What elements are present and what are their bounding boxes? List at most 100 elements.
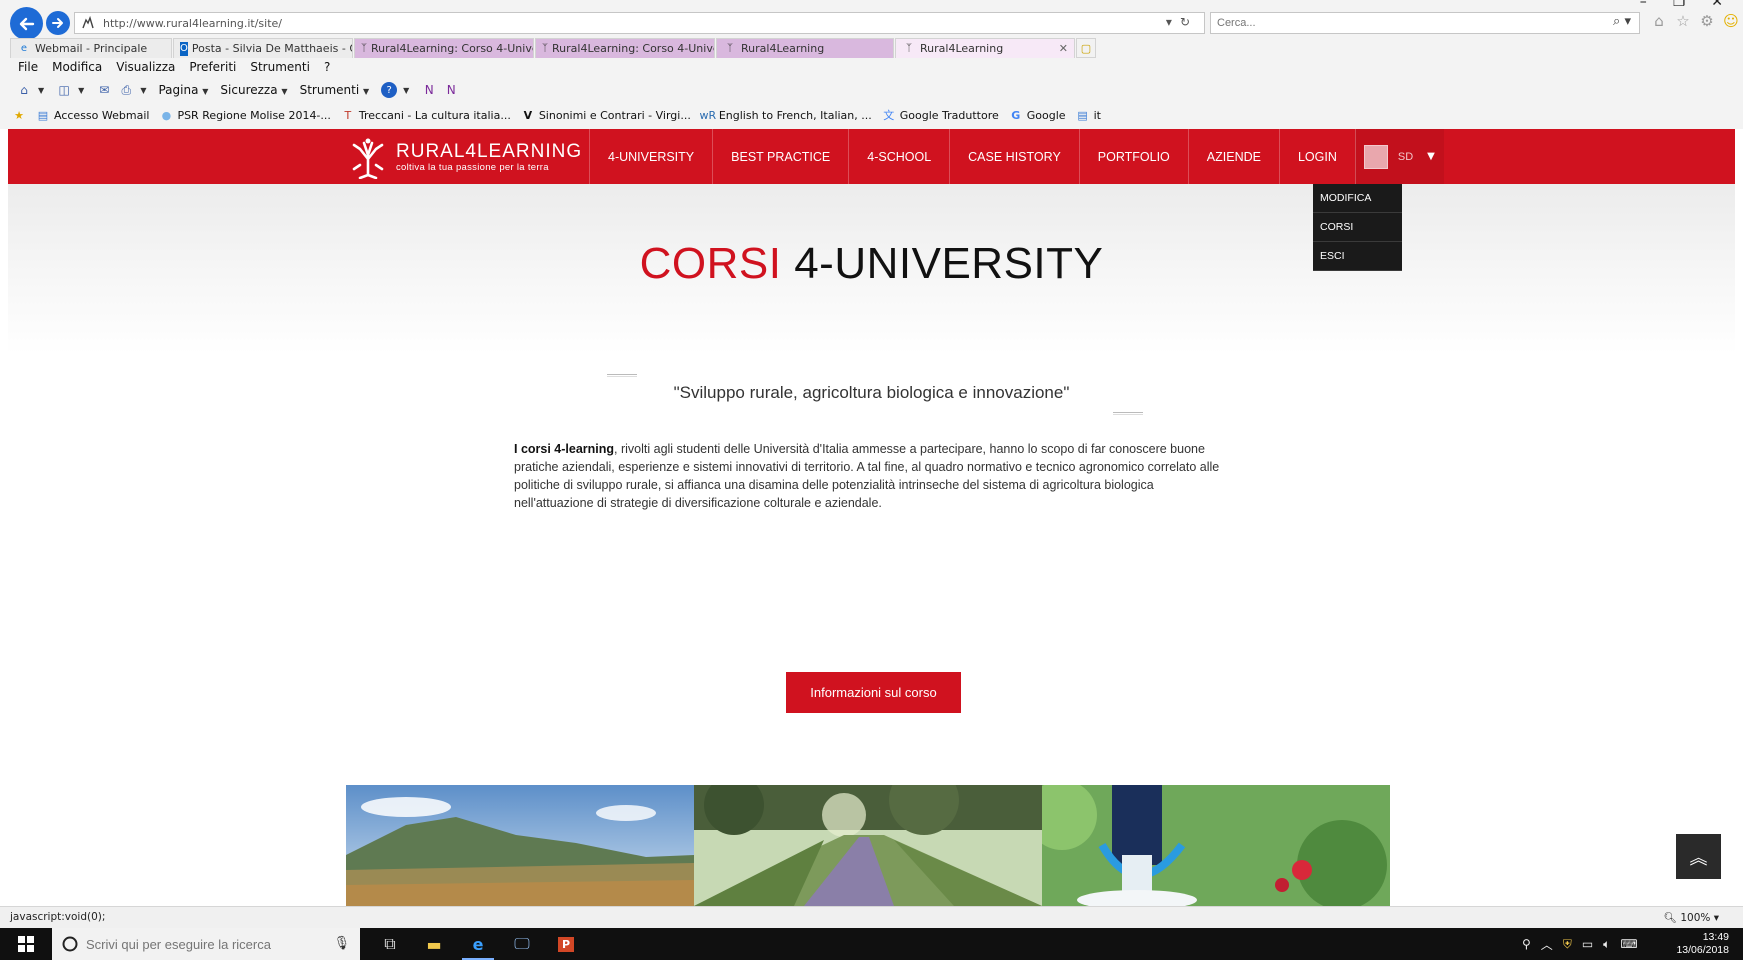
menu-bar: File Modifica Visualizza Preferiti Strum…	[18, 60, 330, 76]
onenote-linked-icon[interactable]: N	[443, 82, 459, 98]
mail-icon[interactable]: ✉	[96, 82, 112, 98]
browser-search-input[interactable]	[1217, 17, 1597, 29]
remote-desktop-button[interactable]: 🖵︎	[500, 928, 544, 960]
intro-text: , rivolti agli studenti delle Università…	[514, 442, 1220, 510]
powerpoint-button[interactable]: P	[544, 928, 588, 960]
address-bar[interactable]: http://www.rural4learning.it/site/ ▾↻	[74, 12, 1205, 34]
logo-title: RURAL4LEARNING	[396, 140, 583, 162]
refresh-icon[interactable]: ↻	[1180, 15, 1198, 29]
site-logo[interactable]: RURAL4LEARNING coltiva la tua passione p…	[346, 135, 582, 179]
nav-4-school[interactable]: 4-SCHOOL	[848, 129, 949, 184]
print-icon[interactable]: ⎙	[118, 82, 134, 98]
cmd-sicurezza[interactable]: Sicurezza ▼	[220, 83, 293, 97]
favorites-star-icon[interactable]: ★	[12, 108, 26, 122]
course-info-button[interactable]: Informazioni sul corso	[786, 672, 961, 713]
cmd-pagina[interactable]: Pagina ▼	[158, 83, 214, 97]
search-icon[interactable]: ⌕ ▾	[1613, 14, 1631, 29]
nav-4-university[interactable]: 4-UNIVERSITY	[589, 129, 712, 184]
home-icon[interactable]: ⌂	[1650, 12, 1668, 30]
chevron-down-icon[interactable]: ▼	[78, 86, 84, 95]
cmd-strumenti[interactable]: Strumenti ▼	[300, 83, 376, 97]
avatar	[1363, 144, 1388, 169]
tab-rural4learning-1[interactable]: ᛉ Rural4Learning	[716, 38, 894, 58]
shield-icon[interactable]: ⛨	[1563, 937, 1572, 952]
close-tab-icon[interactable]: ✕	[1049, 42, 1068, 55]
dropdown-item-corsi[interactable]: CORSI	[1313, 213, 1402, 242]
fav-sinonimi[interactable]: V Sinonimi e Contrari - Virgi...	[521, 108, 691, 122]
gear-icon[interactable]: ⚙	[1698, 12, 1716, 30]
keyboard-icon[interactable]: ⌨	[1620, 937, 1637, 951]
rss-feed-icon[interactable]: ◫	[56, 82, 72, 98]
scroll-to-top-button[interactable]: ︽	[1676, 834, 1721, 879]
zoom-control[interactable]: 🔍︎ 100% ▾	[1664, 911, 1719, 924]
user-initials: SD	[1397, 150, 1414, 163]
fav-wordreference[interactable]: wR English to French, Italian, ...	[700, 108, 872, 122]
new-tab-button[interactable]: ▢	[1076, 38, 1096, 58]
ie-icon: e	[20, 43, 28, 54]
nav-login[interactable]: LOGIN	[1278, 129, 1355, 184]
address-text[interactable]: http://www.rural4learning.it/site/	[103, 17, 282, 30]
fav-google[interactable]: G Google	[1009, 108, 1065, 122]
nav-aziende[interactable]: AZIENDE	[1187, 129, 1279, 184]
file-explorer-button[interactable]: ▬	[412, 928, 456, 960]
chevron-down-icon[interactable]: ▼	[403, 86, 409, 95]
menu-file[interactable]: File	[18, 60, 38, 76]
chevron-down-icon[interactable]: ▼	[38, 86, 44, 95]
fav-psr-molise[interactable]: ● PSR Regione Molise 2014-...	[159, 108, 331, 122]
onenote-icon[interactable]: N	[421, 82, 437, 98]
nav-best-practice[interactable]: BEST PRACTICE	[712, 129, 848, 184]
tab-webmail[interactable]: e Webmail - Principale	[10, 38, 172, 58]
menu-preferiti[interactable]: Preferiti	[189, 60, 236, 76]
caret-down-icon: ▼	[1427, 151, 1435, 162]
home-icon[interactable]: ⌂	[16, 82, 32, 98]
task-view-icon: ⧉	[384, 934, 396, 953]
task-view-button[interactable]: ⧉	[368, 928, 412, 960]
taskbar-clock[interactable]: 13:49 13/06/2018	[1676, 931, 1729, 957]
network-icon[interactable]: ▭	[1582, 937, 1593, 951]
volume-icon[interactable]: 🔈︎	[1603, 937, 1610, 952]
fav-treccani[interactable]: T Treccani - La cultura italia...	[341, 108, 511, 122]
dropdown-arrow-icon[interactable]: ▾	[1166, 15, 1180, 29]
cmd-label: Pagina	[158, 83, 199, 97]
rural4learning-favicon-icon	[82, 16, 94, 29]
help-icon[interactable]: ?	[381, 82, 398, 98]
user-menu-toggle[interactable]: SD ▼	[1354, 129, 1444, 184]
tab-rural4learning-active[interactable]: ᛉ Rural4Learning ✕	[895, 38, 1075, 58]
chevron-up-icon[interactable]: ︿	[1541, 936, 1553, 953]
menu-modifica[interactable]: Modifica	[52, 60, 102, 76]
smiley-icon[interactable]: ☺	[1722, 12, 1740, 30]
rural4learning-icon: ᛉ	[727, 43, 733, 54]
back-button[interactable]	[10, 7, 43, 40]
menu-help[interactable]: ?	[324, 60, 330, 76]
star-icon[interactable]: ☆	[1674, 12, 1692, 30]
people-icon[interactable]: ⚲	[1522, 937, 1531, 951]
rural4learning-icon: ᛉ	[906, 43, 912, 54]
internet-explorer-button[interactable]: e	[456, 928, 500, 960]
tab-posta[interactable]: O Posta - Silvia De Matthaeis - O...	[173, 38, 353, 58]
fav-google-traduttore[interactable]: 文 Google Traduttore	[882, 108, 999, 123]
fav-it[interactable]: ▤ it	[1076, 108, 1101, 122]
nav-case-history[interactable]: CASE HISTORY	[949, 129, 1079, 184]
tab-rural4learning-corso-1[interactable]: ᛉ Rural4Learning: Corso 4-Unive...	[354, 38, 534, 58]
taskbar-search[interactable]: 🎙︎	[52, 928, 360, 960]
taskbar-search-input[interactable]	[86, 936, 326, 952]
chevron-down-icon: ▼	[281, 87, 288, 96]
dropdown-item-modifica[interactable]: MODIFICA	[1313, 184, 1402, 213]
tree-logo-icon	[352, 138, 384, 179]
forward-button[interactable]	[46, 11, 70, 35]
chevron-down-icon[interactable]: ▼	[140, 86, 146, 95]
start-button[interactable]	[0, 928, 52, 960]
nav-portfolio[interactable]: PORTFOLIO	[1078, 129, 1188, 184]
browser-status-bar: javascript:void(0); 🔍︎ 100% ▾	[0, 906, 1743, 928]
fav-accesso-webmail[interactable]: ▤ Accesso Webmail	[36, 108, 150, 122]
menu-strumenti[interactable]: Strumenti	[250, 60, 310, 76]
tab-strip: e Webmail - Principale O Posta - Silvia …	[10, 38, 1096, 58]
status-text: javascript:void(0);	[10, 911, 106, 923]
tab-rural4learning-corso-2[interactable]: ᛉ Rural4Learning: Corso 4-Unive...	[535, 38, 715, 58]
site-nav-items: 4-UNIVERSITY BEST PRACTICE 4-SCHOOL CASE…	[589, 129, 1444, 184]
browser-search-bar[interactable]: ⌕ ▾	[1210, 12, 1640, 34]
monitor-icon: 🖵︎	[514, 934, 530, 953]
menu-visualizza[interactable]: Visualizza	[116, 60, 175, 76]
microphone-icon[interactable]: 🎙︎	[333, 936, 350, 951]
cortana-icon	[62, 936, 78, 952]
